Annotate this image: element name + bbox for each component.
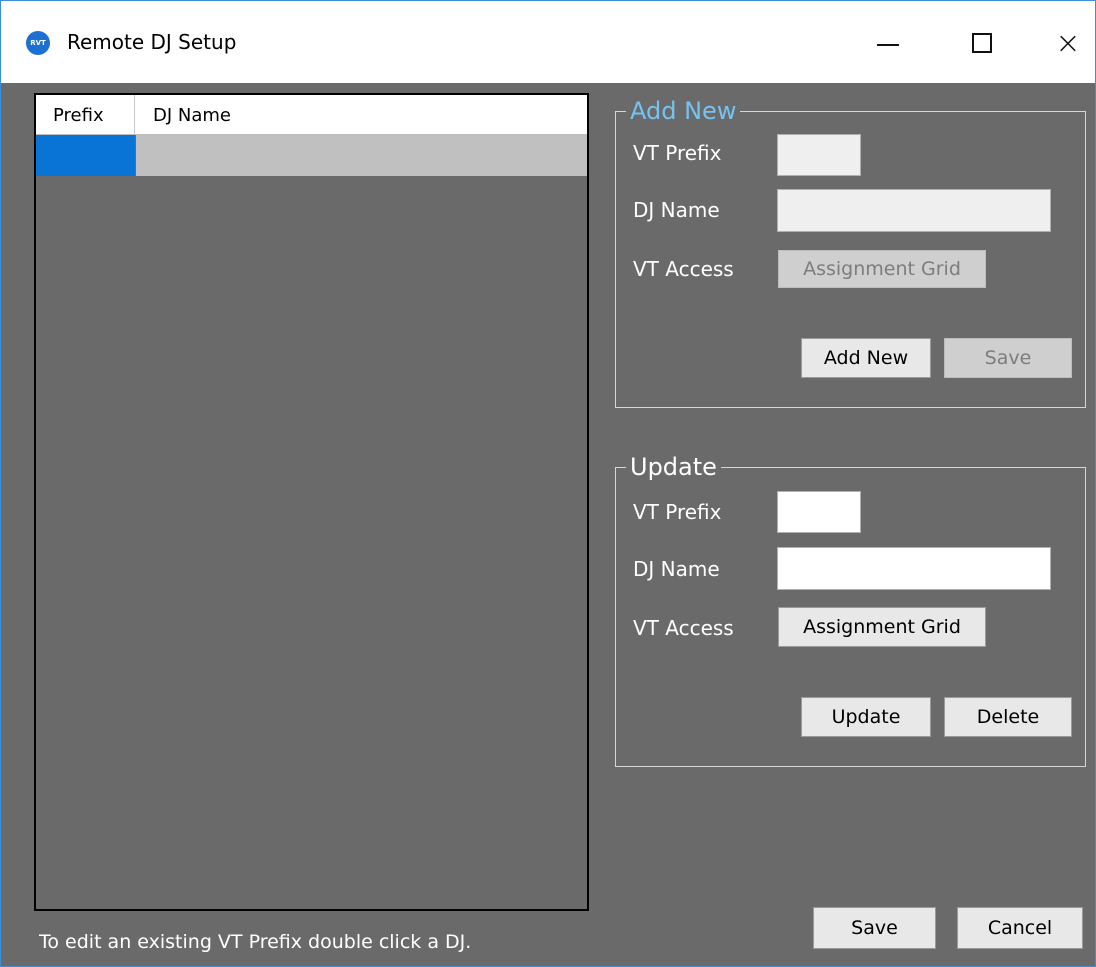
close-icon: × [1055,25,1081,61]
maximize-icon [972,33,992,53]
update-dj-name-label: DJ Name [633,557,720,581]
add-new-legend: Add New [626,95,741,127]
minimize-icon [877,44,899,46]
update-button[interactable]: Update [801,697,931,737]
update-legend: Update [626,451,721,483]
add-new-save-button[interactable]: Save [944,338,1072,378]
update-vt-prefix-input[interactable] [777,491,861,533]
table-cell-prefix[interactable] [36,135,135,176]
title-bar[interactable]: RVT Remote DJ Setup × [1,1,1095,83]
cancel-button[interactable]: Cancel [957,907,1083,949]
save-button[interactable]: Save [813,907,936,949]
add-new-vt-prefix-input[interactable] [777,134,861,176]
edit-hint-text: To edit an existing VT Prefix double cli… [39,931,472,953]
table-cell-dj-name[interactable] [136,135,587,176]
table-header: Prefix DJ Name [36,95,587,135]
add-new-button[interactable]: Add New [801,338,931,378]
column-header-prefix[interactable]: Prefix [36,95,135,135]
window-title: Remote DJ Setup [67,30,237,54]
update-assignment-grid-button[interactable]: Assignment Grid [778,607,986,647]
delete-button[interactable]: Delete [944,697,1072,737]
column-header-dj-name[interactable]: DJ Name [136,95,587,135]
remote-dj-setup-window: RVT Remote DJ Setup × Prefix DJ Name Add… [0,0,1096,967]
add-new-assignment-grid-button[interactable]: Assignment Grid [778,250,986,288]
close-button[interactable]: × [1037,19,1095,67]
add-new-vt-prefix-label: VT Prefix [633,141,722,165]
dj-table[interactable]: Prefix DJ Name [34,93,589,911]
add-new-vt-access-label: VT Access [633,257,734,281]
update-vt-prefix-label: VT Prefix [633,500,722,524]
maximize-button[interactable] [951,19,1013,67]
update-dj-name-input[interactable] [777,547,1051,590]
add-new-dj-name-input[interactable] [777,189,1051,232]
update-vt-access-label: VT Access [633,616,734,640]
minimize-button[interactable] [857,19,919,67]
table-row[interactable] [36,135,587,176]
add-new-dj-name-label: DJ Name [633,198,720,222]
app-logo-icon: RVT [26,31,50,55]
